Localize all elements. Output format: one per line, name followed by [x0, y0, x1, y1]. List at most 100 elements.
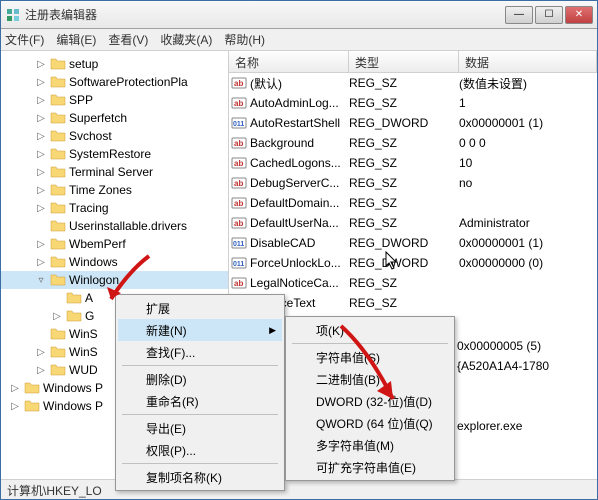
tree-label: Windows P — [43, 381, 103, 395]
list-row[interactable]: 011DisableCADREG_DWORD0x00000001 (1) — [229, 233, 597, 253]
svg-text:011: 011 — [233, 241, 244, 248]
close-button[interactable]: ✕ — [565, 6, 593, 24]
menu-edit[interactable]: 编辑(E) — [56, 31, 96, 48]
ctx-new-item[interactable]: QWORD (64 位)值(Q) — [288, 412, 452, 434]
list-row[interactable]: abAutoAdminLog...REG_SZ1 — [229, 93, 597, 113]
list-row[interactable]: 011AutoRestartShellREG_DWORD0x00000001 (… — [229, 113, 597, 133]
column-name[interactable]: 名称 — [229, 51, 349, 72]
svg-text:ab: ab — [234, 179, 243, 188]
expand-icon[interactable]: ▷ — [35, 131, 47, 142]
partial-value-data: {A520A1A4-1780 — [457, 359, 549, 379]
status-path: 计算机\HKEY_LO — [7, 484, 102, 498]
value-type: REG_SZ — [349, 156, 459, 170]
menu-view[interactable]: 查看(V) — [108, 31, 148, 48]
ctx-permissions[interactable]: 权限(P)... — [118, 439, 282, 461]
value-type: REG_SZ — [349, 96, 459, 110]
value-data: 0 0 0 — [459, 136, 597, 150]
svg-text:011: 011 — [233, 121, 244, 128]
value-type: REG_DWORD — [349, 236, 459, 250]
expand-icon[interactable]: ▷ — [9, 401, 21, 412]
ctx-expand[interactable]: 扩展 — [118, 297, 282, 319]
expand-icon[interactable]: ▷ — [35, 77, 47, 88]
expand-icon[interactable]: ▷ — [35, 95, 47, 106]
tree-item[interactable]: ▷WbemPerf — [1, 235, 228, 253]
ctx-new[interactable]: 新建(N)▶ — [118, 319, 282, 341]
value-name: (默认) — [250, 75, 349, 92]
value-type: REG_SZ — [349, 296, 459, 310]
svg-text:ab: ab — [234, 159, 243, 168]
svg-text:ab: ab — [234, 219, 243, 228]
list-row[interactable]: 011ForceUnlockLo...REG_DWORD0x00000000 (… — [229, 253, 597, 273]
tree-label: Winlogon — [69, 273, 119, 287]
tree-item[interactable]: ▷Superfetch — [1, 109, 228, 127]
expand-icon[interactable]: ▷ — [35, 185, 47, 196]
ctx-find[interactable]: 查找(F)... — [118, 341, 282, 363]
partial-rows: 0x00000005 (5){A520A1A4-1780explorer.exe — [457, 339, 549, 439]
tree-label: Tracing — [69, 201, 109, 215]
value-name: ForceUnlockLo... — [250, 256, 349, 270]
list-row[interactable]: abDebugServerC...REG_SZno — [229, 173, 597, 193]
tree-item[interactable]: ▷ Tracing — [1, 199, 228, 217]
separator — [122, 365, 278, 366]
tree-item[interactable]: ▷SoftwareProtectionPla — [1, 73, 228, 91]
expand-icon[interactable]: ▷ — [35, 365, 47, 376]
list-row[interactable]: abDefaultUserNa...REG_SZAdministrator — [229, 213, 597, 233]
tree-item[interactable]: ▷Svchost — [1, 127, 228, 145]
tree-item[interactable]: ▷Terminal Server — [1, 163, 228, 181]
expand-icon[interactable]: ▷ — [35, 239, 47, 250]
expand-icon[interactable]: ▷ — [35, 149, 47, 160]
window-title: 注册表编辑器 — [25, 6, 505, 23]
expand-icon[interactable]: ▷ — [9, 383, 21, 394]
ctx-new-item[interactable]: 二进制值(B) — [288, 368, 452, 390]
expand-icon[interactable]: ▷ — [35, 203, 47, 214]
tree-item[interactable]: ▷setup — [1, 55, 228, 73]
expand-icon[interactable]: ▷ — [35, 257, 47, 268]
maximize-button[interactable]: ☐ — [535, 6, 563, 24]
value-type: REG_SZ — [349, 136, 459, 150]
value-data: (数值未设置) — [459, 75, 597, 92]
expand-icon[interactable]: ▷ — [51, 311, 63, 322]
tree-item[interactable]: ▷SystemRestore — [1, 145, 228, 163]
list-row[interactable]: abDefaultDomain...REG_SZ — [229, 193, 597, 213]
value-type: REG_DWORD — [349, 116, 459, 130]
menu-favorites[interactable]: 收藏夹(A) — [160, 31, 212, 48]
tree-item[interactable]: ▿ Winlogon — [1, 271, 228, 289]
ctx-new-item[interactable]: 字符串值(S) — [288, 346, 452, 368]
ctx-rename[interactable]: 重命名(R) — [118, 390, 282, 412]
tree-label: WinS — [69, 345, 98, 359]
menu-file[interactable]: 文件(F) — [5, 31, 44, 48]
ctx-copy-key-name[interactable]: 复制项名称(K) — [118, 466, 282, 488]
ctx-new-item[interactable]: 项(K) — [288, 319, 452, 341]
tree-label: Time Zones — [69, 183, 132, 197]
ctx-export[interactable]: 导出(E) — [118, 417, 282, 439]
list-row[interactable]: abBackgroundREG_SZ0 0 0 — [229, 133, 597, 153]
expand-icon[interactable]: ▷ — [35, 347, 47, 358]
value-data: 0x00000001 (1) — [459, 116, 597, 130]
ctx-new-item[interactable]: 多字符串值(M) — [288, 434, 452, 456]
value-data: no — [459, 176, 597, 190]
minimize-button[interactable]: — — [505, 6, 533, 24]
list-row[interactable]: abCachedLogons...REG_SZ10 — [229, 153, 597, 173]
column-type[interactable]: 类型 — [349, 51, 459, 72]
tree-item[interactable]: Userinstallable.drivers — [1, 217, 228, 235]
value-name: CachedLogons... — [250, 156, 349, 170]
tree-item[interactable]: ▷SPP — [1, 91, 228, 109]
value-type: REG_SZ — [349, 76, 459, 90]
menu-help[interactable]: 帮助(H) — [224, 31, 265, 48]
value-name: LegalNoticeCa... — [250, 276, 349, 290]
column-data[interactable]: 数据 — [459, 51, 597, 72]
tree-item[interactable]: ▷Windows — [1, 253, 228, 271]
svg-text:ab: ab — [234, 279, 243, 288]
titlebar[interactable]: 注册表编辑器 — ☐ ✕ — [1, 1, 597, 29]
expand-icon[interactable]: ▷ — [35, 59, 47, 70]
expand-icon[interactable]: ▷ — [35, 167, 47, 178]
ctx-delete[interactable]: 删除(D) — [118, 368, 282, 390]
tree-item[interactable]: ▷ Time Zones — [1, 181, 228, 199]
expand-icon[interactable]: ▿ — [35, 275, 47, 286]
list-row[interactable]: abLegalNoticeCa...REG_SZ — [229, 273, 597, 293]
expand-icon[interactable]: ▷ — [35, 113, 47, 124]
ctx-new-item[interactable]: 可扩充字符串值(E) — [288, 456, 452, 478]
partial-value-data — [457, 379, 549, 399]
ctx-new-item[interactable]: DWORD (32-位)值(D) — [288, 390, 452, 412]
list-row[interactable]: ab(默认)REG_SZ(数值未设置) — [229, 73, 597, 93]
